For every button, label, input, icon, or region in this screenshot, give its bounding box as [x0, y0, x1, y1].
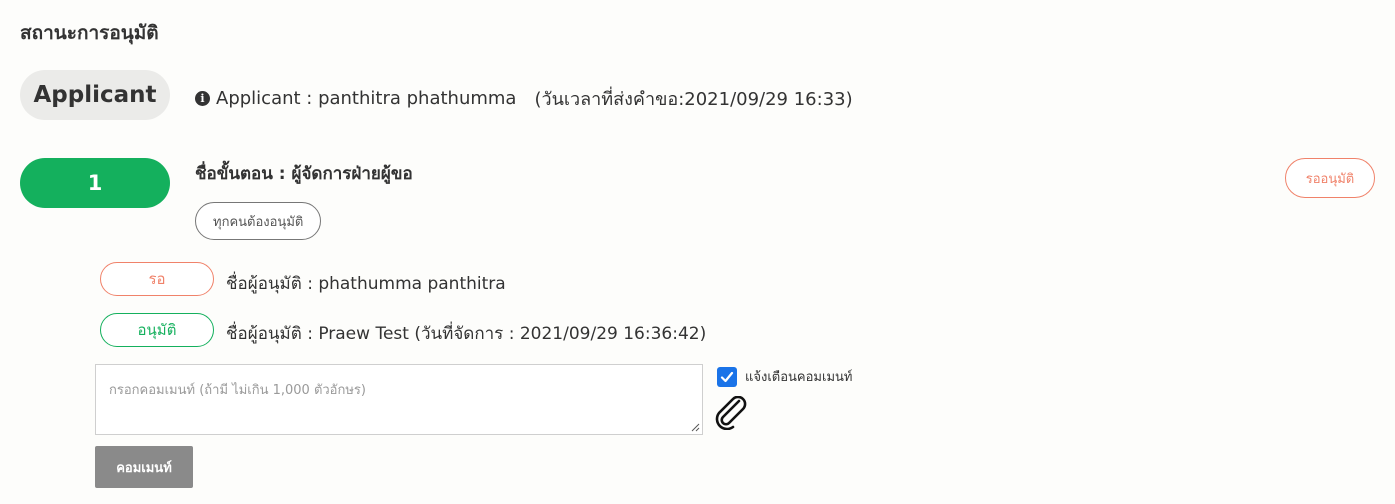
section-title: สถานะการอนุมัติ	[20, 22, 159, 44]
comment-input[interactable]: กรอกคอมเมนท์ (ถ้ามี ไม่เกิน 1,000 ตัวอัก…	[95, 364, 703, 435]
approver-name: ชื่อผู้อนุมัติ : Praew Test (วันที่จัดกา…	[226, 324, 707, 344]
approver-status-approved: อนุมัติ	[100, 313, 214, 347]
notify-comment-option[interactable]: แจ้งเตือนคอมเมนท์	[717, 366, 852, 387]
resize-handle-icon[interactable]	[690, 422, 700, 432]
applicant-info: i Applicant : panthitra phathumma (วันเว…	[195, 84, 853, 113]
notify-comment-label: แจ้งเตือนคอมเมนท์	[745, 370, 853, 385]
step-number-badge: 1	[20, 158, 170, 208]
notify-comment-checkbox[interactable]	[717, 366, 737, 387]
applicant-submit-time: (วันเวลาที่ส่งคำขอ:2021/09/29 16:33)	[534, 89, 853, 110]
step-status-badge: รออนุมัติ	[1285, 158, 1375, 198]
approver-name: ชื่อผู้อนุมัติ : phathumma panthitra	[226, 274, 506, 294]
info-circle-icon: i	[195, 91, 210, 106]
comment-placeholder: กรอกคอมเมนท์ (ถ้ามี ไม่เกิน 1,000 ตัวอัก…	[109, 383, 366, 398]
step-name: ชื่อขั้นตอน : ผู้จัดการฝ่ายผู้ขอ	[195, 164, 413, 184]
applicant-badge: Applicant	[20, 70, 170, 120]
comment-submit-button[interactable]: คอมเมนท์	[95, 446, 193, 488]
approver-status-pending: รอ	[100, 262, 214, 296]
checkmark-icon	[720, 371, 734, 382]
paperclip-icon[interactable]	[712, 396, 750, 430]
applicant-name: Applicant : panthitra phathumma	[216, 88, 517, 109]
approval-rule-tag: ทุกคนต้องอนุมัติ	[195, 202, 322, 240]
